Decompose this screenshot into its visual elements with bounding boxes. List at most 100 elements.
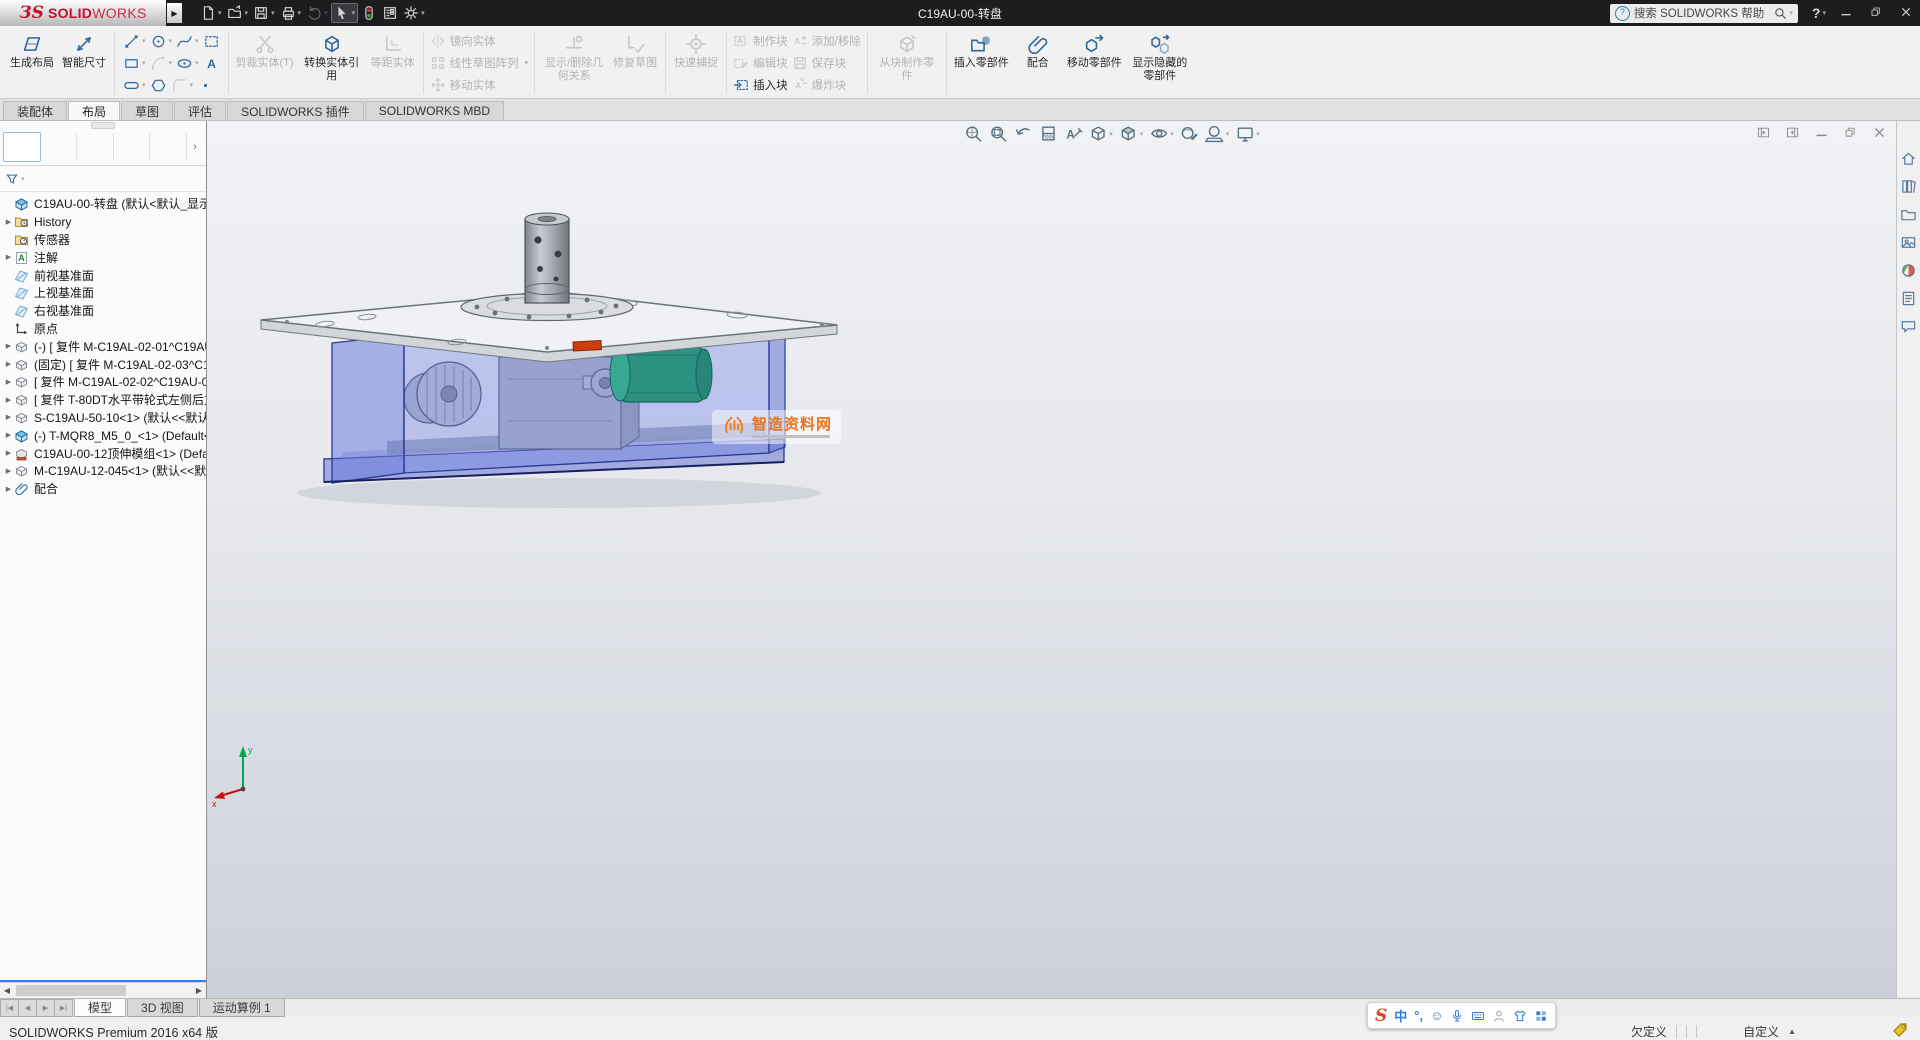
expand-arrow-icon[interactable]: ▶: [3, 467, 14, 475]
sheet-tab-运动算例 1[interactable]: 运动算例 1: [199, 999, 285, 1017]
sheet-tab-模型[interactable]: 模型: [74, 999, 126, 1017]
sketch-line-button[interactable]: ▾: [121, 33, 148, 50]
expand-arrow-icon[interactable]: ▶: [3, 396, 14, 404]
custom-properties-button[interactable]: [1900, 289, 1918, 307]
appearances-scenes-button[interactable]: [1900, 261, 1918, 279]
sketch-circle-button[interactable]: ▾: [148, 33, 175, 50]
tree-component[interactable]: ▶C19AU-00-12顶伸模组<1> (Defaul: [0, 444, 206, 462]
sketch-text-button[interactable]: A: [201, 55, 222, 72]
tree-root[interactable]: C19AU-00-转盘 (默认<默认_显示状态-1: [0, 195, 206, 213]
soft-keyboard[interactable]: [1471, 1009, 1485, 1023]
new-document-button[interactable]: ▾: [198, 3, 224, 23]
tree-origin[interactable]: 原点: [0, 320, 206, 338]
filter-funnel-icon[interactable]: [5, 172, 19, 186]
view-mode-label[interactable]: 自定义: [1743, 1023, 1779, 1040]
view-mode-caret-icon[interactable]: ▲: [1788, 1027, 1796, 1036]
panel-splitter-grip[interactable]: [91, 122, 115, 129]
mate-button[interactable]: 配合: [1012, 28, 1064, 98]
expand-arrow-icon[interactable]: ▶: [3, 342, 14, 350]
tag-icon[interactable]: [1892, 1022, 1908, 1040]
display-delete-relations-button[interactable]: 显示/删除几何关系: [539, 28, 609, 98]
sheet-last-button[interactable]: ▶|: [55, 999, 73, 1017]
save-button[interactable]: ▾: [251, 3, 277, 23]
tree-component[interactable]: ▶(固定) [ 复件 M-C19AL-02-03^C19A: [0, 355, 206, 373]
dimxpertmanager-tab[interactable]: [114, 133, 151, 161]
menu-flyout-arrow[interactable]: ▶: [167, 3, 182, 23]
window-restore-button[interactable]: [1870, 6, 1882, 21]
tree-component[interactable]: ▶[ 复件 T-80DT水平带轮式左侧后方ZI: [0, 391, 206, 409]
sheet-first-button[interactable]: |◀: [0, 999, 19, 1017]
scrollbar-thumb[interactable]: [16, 985, 126, 996]
save-block-button[interactable]: 保存块: [792, 53, 861, 73]
quick-snaps-button[interactable]: 快速捕捉: [670, 28, 722, 98]
sketch-rectangle-button[interactable]: ▾: [121, 55, 148, 72]
scroll-left-icon[interactable]: ◀: [0, 986, 14, 995]
search-dropdown-icon[interactable]: ▾: [1789, 9, 1793, 17]
mirror-entities-button[interactable]: 镜向实体: [430, 31, 529, 51]
rebuild-button[interactable]: [359, 3, 379, 23]
tab-评估[interactable]: 评估: [174, 101, 226, 120]
explode-block-button[interactable]: A爆炸块: [792, 75, 861, 95]
offset-entities-button[interactable]: 等距实体: [367, 28, 419, 98]
move-entities-button[interactable]: 移动实体: [430, 75, 529, 95]
skin-center[interactable]: [1513, 1009, 1527, 1023]
file-explorer-button[interactable]: [1900, 205, 1918, 223]
tree-mates[interactable]: ▶配合: [0, 480, 206, 498]
sketch-slot-button[interactable]: ▾: [121, 77, 148, 94]
expand-arrow-icon[interactable]: ▶: [3, 360, 14, 368]
open-document-button[interactable]: ▾: [225, 3, 251, 23]
filter-dropdown-icon[interactable]: ▾: [21, 175, 25, 183]
displaymanager-tab[interactable]: [150, 133, 187, 161]
tree-component[interactable]: ▶(-) T-MQR8_M5_0_<1> (Default<显: [0, 426, 206, 444]
linear-sketch-pattern-button[interactable]: 线性草图阵列▾: [430, 53, 529, 73]
insert-block-button[interactable]: 插入块: [733, 75, 788, 95]
tab-SOLIDWORKS MBD[interactable]: SOLIDWORKS MBD: [365, 101, 504, 120]
tab-布局[interactable]: 布局: [68, 101, 120, 120]
featuremanager-tab[interactable]: [3, 132, 41, 162]
print-button[interactable]: ▾: [278, 3, 304, 23]
sheet-prev-button[interactable]: ◀: [19, 999, 37, 1017]
expand-arrow-icon[interactable]: ▶: [3, 218, 14, 226]
options-button[interactable]: ▾: [401, 3, 427, 23]
smart-dimension-button[interactable]: 智能尺寸: [58, 28, 110, 98]
select-button[interactable]: ▾: [331, 3, 359, 23]
add-remove-entities-button[interactable]: A添加/移除: [792, 31, 861, 51]
trim-entities-button[interactable]: 剪裁实体(T): [233, 28, 297, 98]
sketch-ellipse-button[interactable]: ▾: [174, 55, 201, 72]
show-hidden-components-button[interactable]: 显示隐藏的零部件: [1125, 28, 1195, 98]
move-component-button[interactable]: 移动零部件: [1064, 28, 1125, 98]
tree-horizontal-scrollbar[interactable]: ◀ ▶: [0, 982, 206, 998]
language-chinese[interactable]: 中: [1394, 1006, 1407, 1025]
emoji-picker[interactable]: ☺: [1430, 1008, 1443, 1023]
voice-input[interactable]: [1450, 1009, 1464, 1023]
toolbox[interactable]: [1534, 1009, 1548, 1023]
window-close-button[interactable]: [1900, 6, 1912, 21]
sketch-spline-button[interactable]: ▾: [174, 33, 201, 50]
assembly-3d-model[interactable]: [207, 121, 1896, 998]
expand-arrow-icon[interactable]: ▶: [3, 413, 14, 421]
tab-SOLIDWORKS 插件[interactable]: SOLIDWORKS 插件: [227, 101, 364, 120]
sketch-point-button[interactable]: [195, 77, 216, 94]
expand-arrow-icon[interactable]: ▶: [3, 485, 14, 493]
search-box[interactable]: ? 搜索 SOLIDWORKS 帮助 ▾: [1610, 4, 1798, 23]
tree-front-plane[interactable]: 前视基准面: [0, 266, 206, 284]
file-properties-button[interactable]: [380, 3, 400, 23]
propertymanager-tab[interactable]: [41, 133, 78, 161]
tree-component[interactable]: ▶S-C19AU-50-10<1> (默认<<默认>: [0, 409, 206, 427]
tree-annotations[interactable]: ▶A注解: [0, 248, 206, 266]
help-button[interactable]: ?▾: [1812, 5, 1826, 21]
tree-top-plane[interactable]: 上视基准面: [0, 284, 206, 302]
scroll-right-icon[interactable]: ▶: [192, 986, 206, 995]
make-part-from-block-button[interactable]: 从块制作零件: [872, 28, 942, 98]
make-block-button[interactable]: A制作块: [733, 31, 788, 51]
configurationmanager-tab[interactable]: [77, 133, 114, 161]
forum-button[interactable]: [1900, 317, 1918, 335]
undo-button[interactable]: ▾: [304, 3, 330, 23]
sketch-polygon-button[interactable]: [148, 77, 169, 94]
panel-tabs-overflow-icon[interactable]: ›: [187, 141, 203, 153]
search-icon[interactable]: [1774, 7, 1787, 20]
expand-arrow-icon[interactable]: ▶: [3, 253, 14, 261]
design-library-button[interactable]: [1900, 177, 1918, 195]
tree-right-plane[interactable]: 右视基准面: [0, 302, 206, 320]
tree-component[interactable]: ▶M-C19AU-12-045<1> (默认<<默认: [0, 462, 206, 480]
